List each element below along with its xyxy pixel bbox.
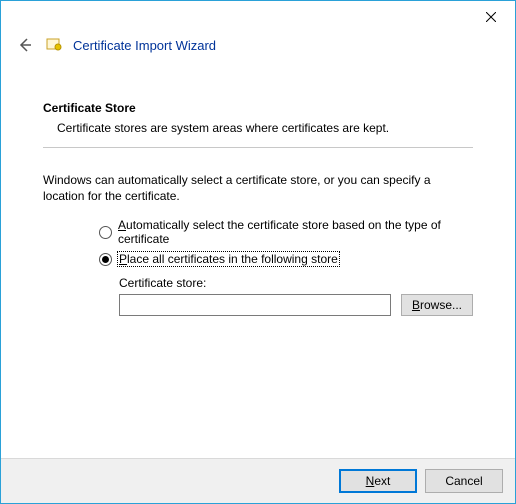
certificate-store-row: Browse...	[119, 294, 473, 316]
next-button[interactable]: Next	[339, 469, 417, 493]
radio-icon	[99, 226, 112, 239]
radio-icon	[99, 253, 112, 266]
intro-text: Windows can automatically select a certi…	[43, 172, 473, 204]
section-heading: Certificate Store	[43, 101, 473, 115]
section-description: Certificate stores are system areas wher…	[43, 121, 473, 135]
close-button[interactable]	[475, 5, 507, 29]
certificate-icon	[45, 36, 63, 54]
certificate-store-label: Certificate store:	[119, 276, 473, 290]
close-icon	[486, 12, 496, 22]
wizard-title: Certificate Import Wizard	[73, 38, 216, 53]
back-arrow-icon	[17, 37, 33, 53]
browse-button[interactable]: Browse...	[401, 294, 473, 316]
store-choice-radio-group: Automatically select the certificate sto…	[43, 218, 473, 266]
content-area: Certificate Store Certificate stores are…	[1, 55, 515, 458]
certificate-import-wizard-window: Certificate Import Wizard Certificate St…	[0, 0, 516, 504]
radio-auto-label: Automatically select the certificate sto…	[118, 218, 473, 246]
titlebar	[1, 1, 515, 31]
certificate-store-input[interactable]	[119, 294, 391, 316]
radio-manual-label: Place all certificates in the following …	[118, 252, 339, 266]
radio-manual-select[interactable]: Place all certificates in the following …	[99, 252, 473, 266]
cancel-button[interactable]: Cancel	[425, 469, 503, 493]
back-button[interactable]	[15, 35, 35, 55]
footer: Next Cancel	[1, 458, 515, 503]
divider	[43, 147, 473, 148]
certificate-store-block: Certificate store: Browse...	[43, 276, 473, 316]
header-row: Certificate Import Wizard	[1, 31, 515, 55]
radio-auto-select[interactable]: Automatically select the certificate sto…	[99, 218, 473, 246]
